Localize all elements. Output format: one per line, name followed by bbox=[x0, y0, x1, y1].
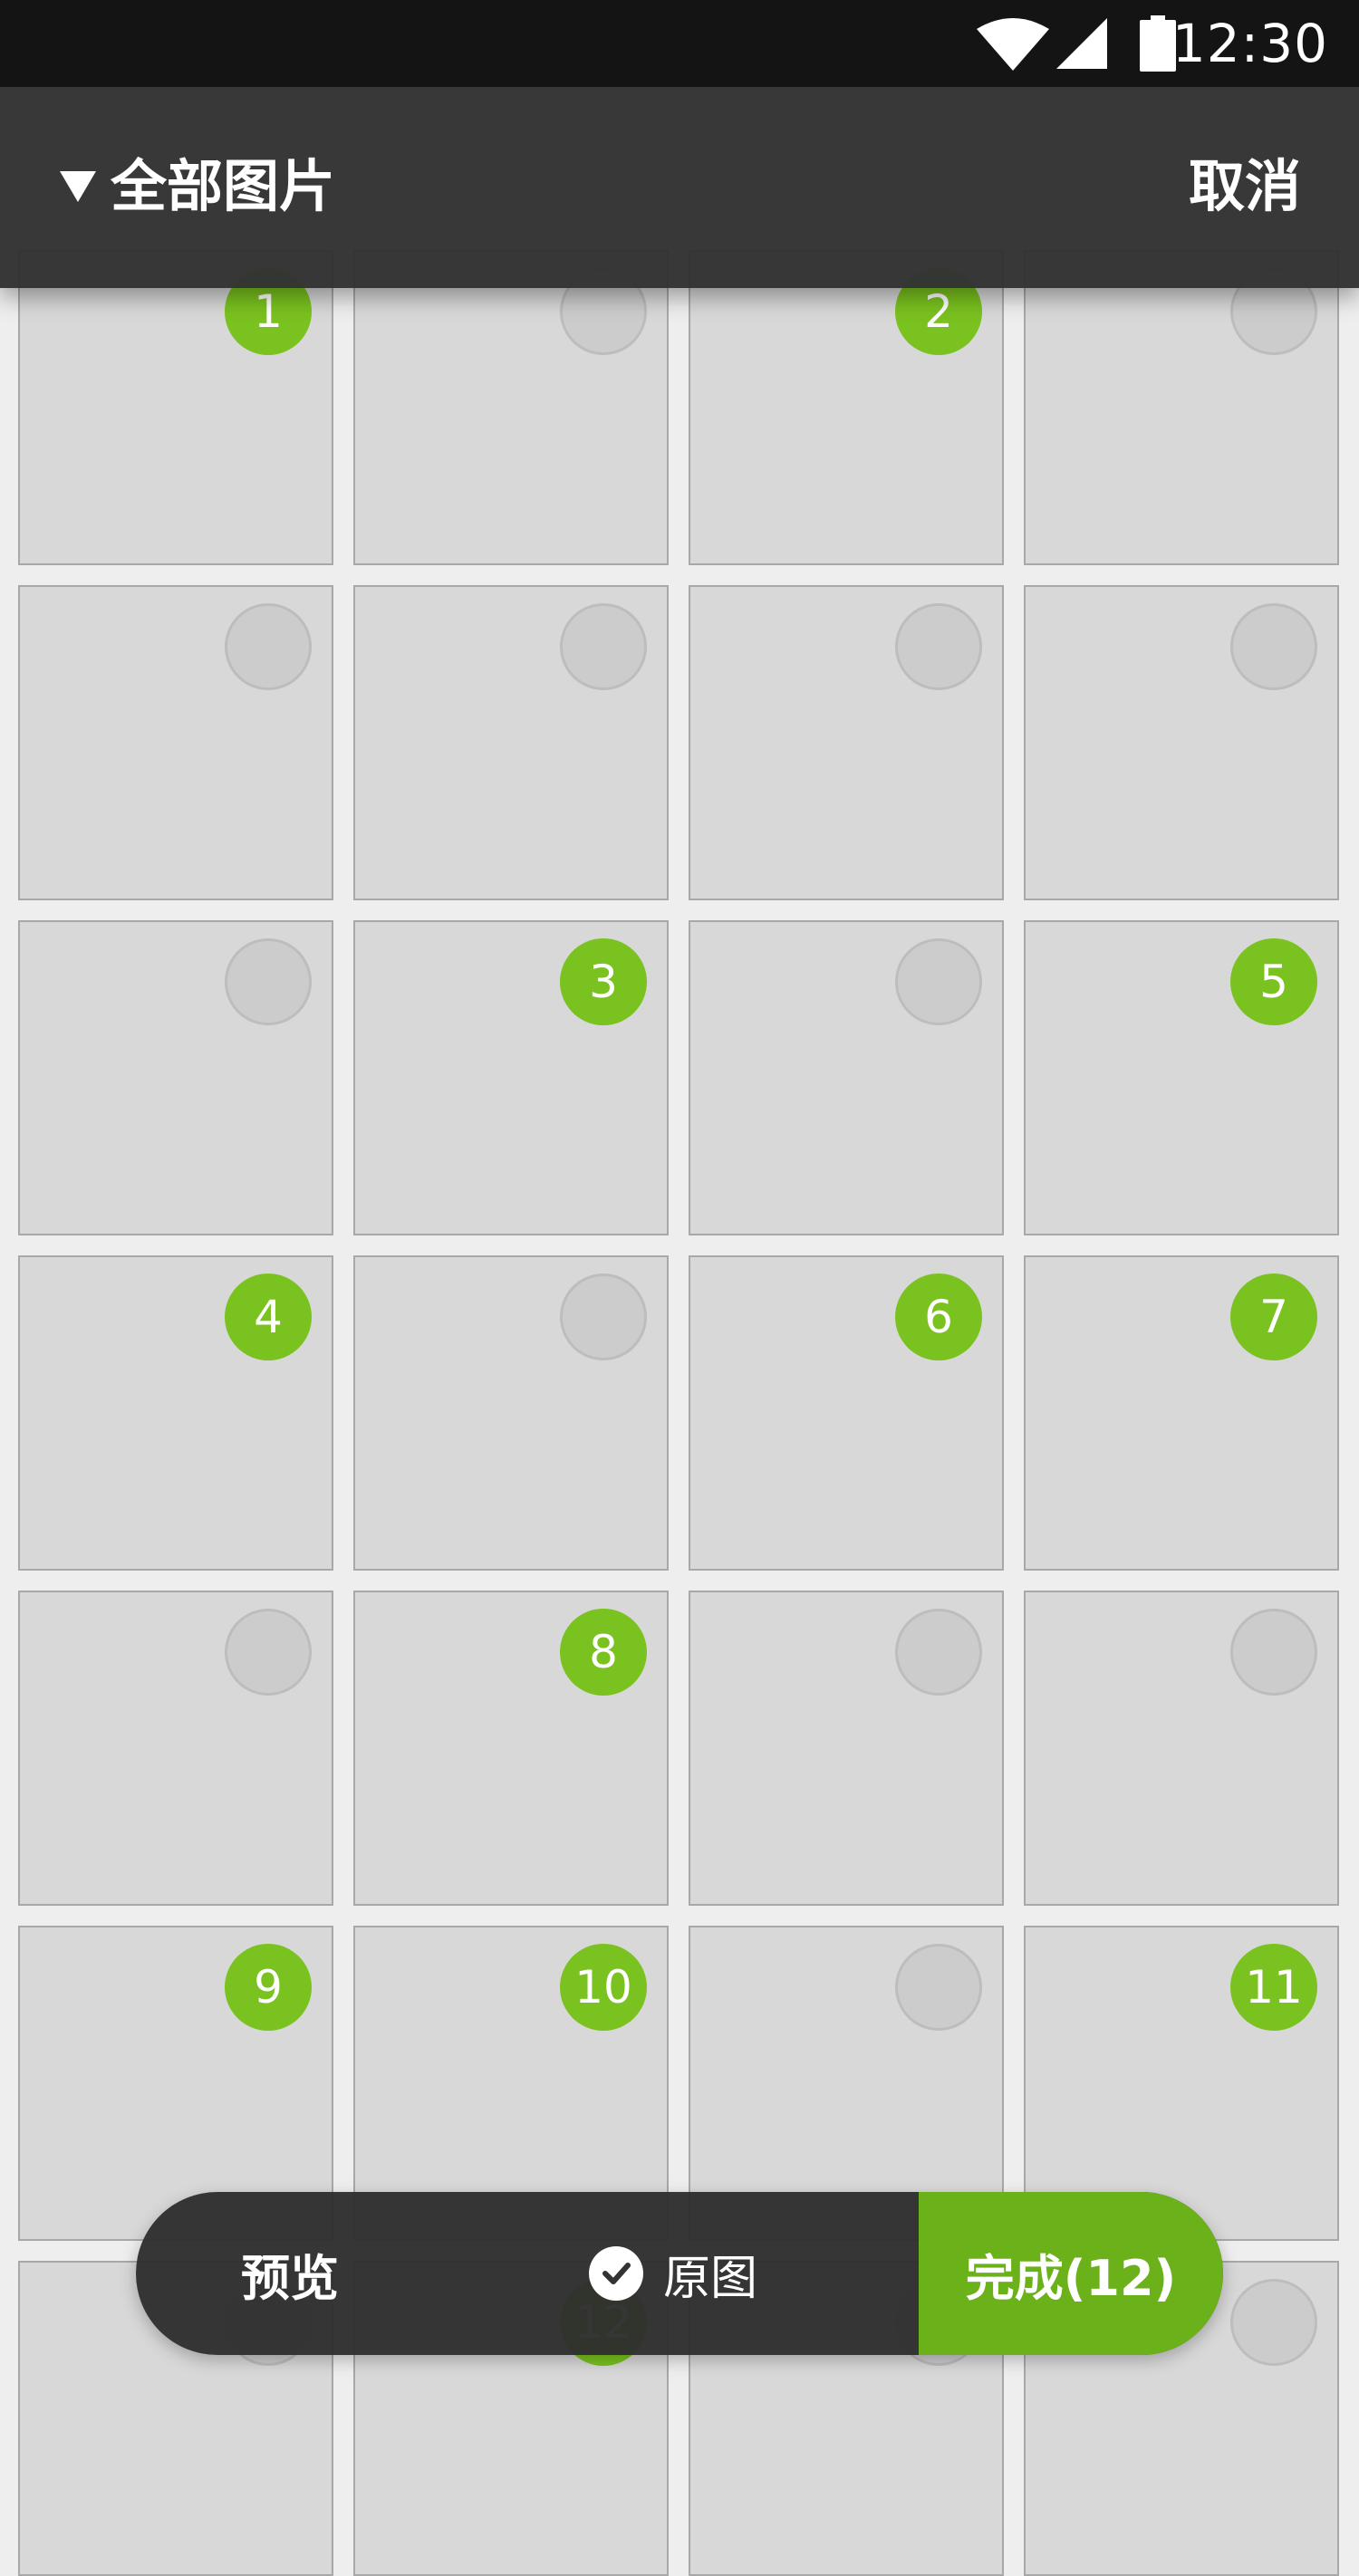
select-checkbox[interactable] bbox=[1230, 603, 1317, 690]
album-title: 全部图片 bbox=[111, 153, 336, 219]
photo-thumbnail[interactable]: 5 bbox=[1024, 920, 1339, 1235]
selection-order-badge[interactable]: 5 bbox=[1230, 938, 1317, 1025]
selection-order-badge[interactable]: 10 bbox=[560, 1944, 647, 2031]
photo-thumbnail[interactable] bbox=[689, 920, 1004, 1235]
select-checkbox[interactable] bbox=[225, 1609, 312, 1696]
original-image-toggle[interactable]: 原图 bbox=[589, 2192, 757, 2355]
select-checkbox[interactable] bbox=[895, 603, 982, 690]
photo-thumbnail[interactable]: 2 bbox=[689, 250, 1004, 565]
photo-thumbnail[interactable]: 1 bbox=[18, 250, 333, 565]
status-time: 12:30 bbox=[1171, 13, 1328, 74]
selection-order-badge[interactable]: 7 bbox=[1230, 1274, 1317, 1360]
selection-order-badge[interactable]: 3 bbox=[560, 938, 647, 1025]
photo-thumbnail[interactable]: 4 bbox=[18, 1255, 333, 1571]
photo-thumbnail[interactable] bbox=[689, 585, 1004, 900]
photo-thumbnail[interactable]: 7 bbox=[1024, 1255, 1339, 1571]
wifi-icon bbox=[977, 18, 1049, 71]
cancel-button[interactable]: 取消 bbox=[1189, 150, 1301, 223]
photo-thumbnail[interactable] bbox=[1024, 585, 1339, 900]
select-checkbox[interactable] bbox=[895, 1944, 982, 2031]
selection-order-badge[interactable]: 11 bbox=[1230, 1944, 1317, 2031]
photo-thumbnail[interactable] bbox=[353, 1255, 669, 1571]
photo-thumbnail[interactable]: 6 bbox=[689, 1255, 1004, 1571]
bottom-action-bar: 预览 原图 完成(12) bbox=[136, 2192, 1223, 2355]
selection-order-badge[interactable]: 6 bbox=[895, 1274, 982, 1360]
selection-order-badge[interactable]: 9 bbox=[225, 1944, 312, 2031]
original-image-label: 原图 bbox=[663, 2251, 758, 2306]
album-selector[interactable]: 全部图片 bbox=[60, 150, 335, 223]
battery-icon bbox=[1140, 15, 1176, 72]
triangle-down-icon bbox=[60, 171, 96, 202]
select-checkbox[interactable] bbox=[1230, 2279, 1317, 2366]
photo-thumbnail[interactable] bbox=[689, 1591, 1004, 1906]
preview-button[interactable]: 预览 bbox=[136, 2192, 444, 2355]
select-checkbox[interactable] bbox=[225, 938, 312, 1025]
done-button[interactable]: 完成(12) bbox=[919, 2192, 1223, 2355]
app-bar: 全部图片 取消 bbox=[0, 87, 1359, 288]
photo-thumbnail[interactable]: 8 bbox=[353, 1591, 669, 1906]
select-checkbox[interactable] bbox=[560, 1274, 647, 1360]
photo-thumbnail[interactable] bbox=[18, 585, 333, 900]
select-checkbox[interactable] bbox=[895, 1609, 982, 1696]
photo-grid: 123546789101112 bbox=[0, 0, 1359, 2576]
check-icon bbox=[589, 2246, 643, 2301]
select-checkbox[interactable] bbox=[1230, 1609, 1317, 1696]
status-bar: 12:30 bbox=[0, 0, 1359, 87]
photo-thumbnail[interactable] bbox=[18, 1591, 333, 1906]
selection-order-badge[interactable]: 4 bbox=[225, 1274, 312, 1360]
select-checkbox[interactable] bbox=[895, 938, 982, 1025]
cellular-signal-icon bbox=[1056, 18, 1107, 69]
select-checkbox[interactable] bbox=[225, 603, 312, 690]
photo-thumbnail[interactable] bbox=[353, 250, 669, 565]
select-checkbox[interactable] bbox=[560, 603, 647, 690]
photo-thumbnail[interactable]: 3 bbox=[353, 920, 669, 1235]
photo-thumbnail[interactable] bbox=[353, 585, 669, 900]
photo-thumbnail[interactable] bbox=[1024, 1591, 1339, 1906]
photo-thumbnail[interactable] bbox=[1024, 250, 1339, 565]
selection-order-badge[interactable]: 8 bbox=[560, 1609, 647, 1696]
photo-thumbnail[interactable] bbox=[18, 920, 333, 1235]
